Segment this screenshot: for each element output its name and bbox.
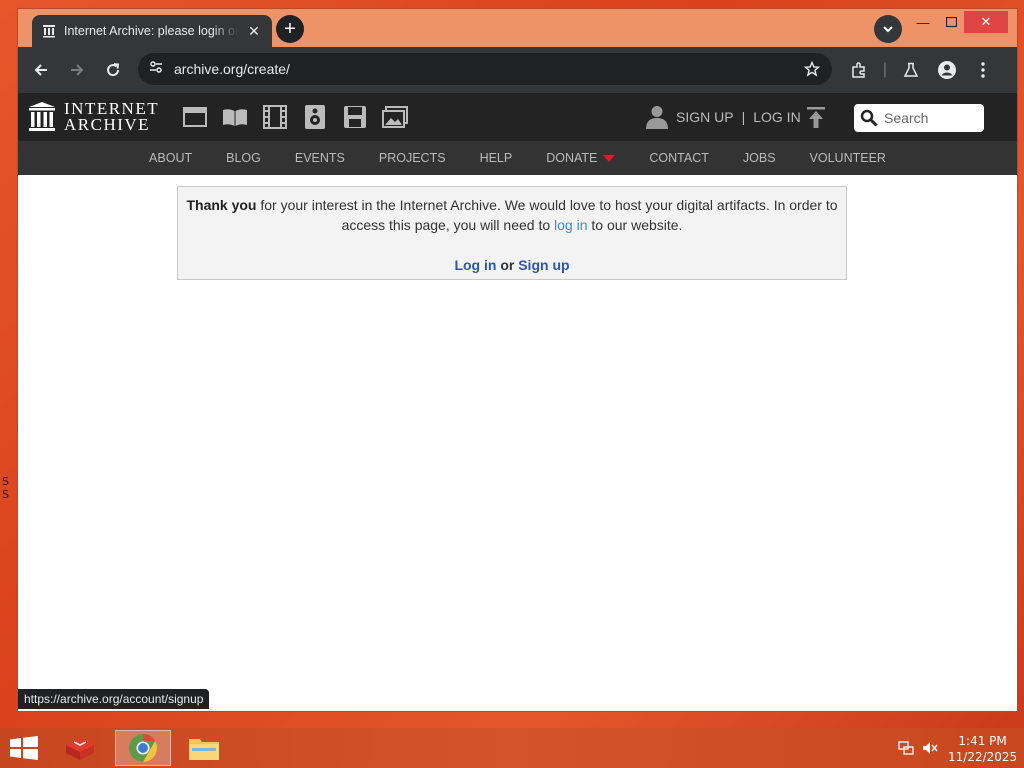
media-icons [182, 104, 408, 130]
web-icon[interactable] [182, 104, 208, 130]
minimize-button[interactable]: — [908, 11, 938, 33]
forward-button[interactable] [66, 59, 88, 81]
url-text: archive.org/create/ [174, 61, 290, 77]
ia-top-bar: INTERNET ARCHIVE SIGN UP | LOG IN Search [18, 93, 1017, 141]
notice-actions: Log in or Sign up [186, 255, 838, 275]
notice-lead: Thank you [186, 197, 257, 213]
software-icon[interactable] [342, 104, 368, 130]
notice-text-1: for your interest in the Internet Archiv… [256, 197, 838, 233]
upload-icon[interactable] [806, 107, 826, 134]
taskbar-app-chrome[interactable] [115, 730, 171, 766]
system-clock[interactable]: 1:41 PM 11/22/2025 [948, 733, 1017, 765]
nav-projects[interactable]: PROJECTS [362, 151, 463, 165]
or-text: or [500, 257, 515, 273]
ia-logo-text: INTERNET ARCHIVE [64, 100, 159, 134]
title-bar: Internet Archive: please login or sign u… [18, 9, 1017, 47]
audio-icon[interactable] [302, 104, 328, 130]
desktop-text-fragment: SS [2, 475, 9, 501]
close-tab-icon[interactable]: ✕ [246, 23, 262, 40]
close-window-button[interactable]: ✕ [964, 11, 1008, 33]
browser-window: Internet Archive: please login or sign u… [17, 8, 1018, 712]
browser-tab[interactable]: Internet Archive: please login or sign u… [32, 15, 272, 47]
taskbar: 1:41 PM 11/22/2025 [0, 728, 1024, 768]
taskbar-app-explorer[interactable] [176, 730, 232, 766]
back-button[interactable] [30, 59, 52, 81]
browser-toolbar: archive.org/create/ | [18, 47, 1017, 93]
archive-building-icon [29, 102, 55, 131]
nav-jobs[interactable]: JOBS [726, 151, 793, 165]
images-icon[interactable] [382, 104, 408, 130]
sign-up-button[interactable]: Sign up [518, 257, 569, 273]
app-box-icon [66, 738, 94, 760]
windows-start-icon[interactable] [10, 736, 38, 765]
profile-icon[interactable] [936, 59, 958, 81]
nav-blog[interactable]: BLOG [209, 151, 278, 165]
sign-up-link[interactable]: SIGN UP [676, 109, 734, 125]
logo-line-archive: ARCHIVE [64, 115, 151, 134]
user-icon [646, 106, 668, 129]
page-viewport: INTERNET ARCHIVE SIGN UP | LOG IN Search… [18, 93, 1017, 711]
network-icon[interactable] [898, 740, 914, 761]
account-area: SIGN UP | LOG IN [646, 105, 801, 129]
address-bar[interactable]: archive.org/create/ [138, 53, 832, 85]
maximize-button[interactable] [936, 11, 966, 33]
folder-icon [189, 739, 219, 760]
nav-contact[interactable]: CONTACT [632, 151, 726, 165]
nav-donate-label: DONATE [546, 151, 598, 165]
log-in-button[interactable]: Log in [454, 257, 496, 273]
clock-date: 11/22/2025 [948, 750, 1018, 764]
nav-help[interactable]: HELP [463, 151, 530, 165]
clock-time: 1:41 PM [958, 734, 1007, 748]
bookmark-star-icon[interactable] [803, 60, 821, 82]
archive-favicon-icon [42, 24, 56, 38]
notice-text-2: to our website. [587, 217, 683, 233]
log-in-link[interactable]: LOG IN [753, 109, 800, 125]
chrome-icon [129, 734, 157, 762]
account-separator: | [741, 109, 746, 125]
site-search-box[interactable] [854, 104, 984, 132]
nav-donate[interactable]: DONATE [529, 151, 632, 165]
notice-message: Thank you for your interest in the Inter… [186, 195, 838, 235]
nav-about[interactable]: ABOUT [132, 151, 209, 165]
tab-search-button[interactable] [874, 15, 902, 43]
status-bar-url: https://archive.org/account/signup [18, 689, 210, 709]
new-tab-button[interactable]: + [276, 15, 304, 43]
notice-login-inline-link[interactable]: log in [554, 217, 587, 233]
reload-button[interactable] [102, 59, 124, 81]
nav-volunteer[interactable]: VOLUNTEER [793, 151, 903, 165]
nav-events[interactable]: EVENTS [278, 151, 362, 165]
extensions-icon[interactable] [848, 59, 870, 81]
toolbar-divider: | [882, 61, 888, 78]
texts-icon[interactable] [222, 104, 248, 130]
taskbar-app-red[interactable] [52, 730, 108, 766]
search-input[interactable] [884, 110, 980, 126]
search-icon [860, 109, 878, 127]
volume-muted-icon[interactable] [922, 740, 938, 761]
browser-menu-icon[interactable] [972, 59, 994, 81]
video-icon[interactable] [262, 104, 288, 130]
tab-title: Internet Archive: please login or sign u… [64, 24, 238, 38]
caret-down-icon [603, 154, 616, 162]
login-required-notice: Thank you for your interest in the Inter… [177, 186, 847, 280]
labs-flask-icon[interactable] [900, 59, 922, 81]
ia-logo[interactable]: INTERNET ARCHIVE [28, 100, 159, 134]
ia-main-nav: ABOUT BLOG EVENTS PROJECTS HELP DONATE C… [18, 141, 1017, 175]
site-info-icon[interactable] [148, 59, 164, 80]
